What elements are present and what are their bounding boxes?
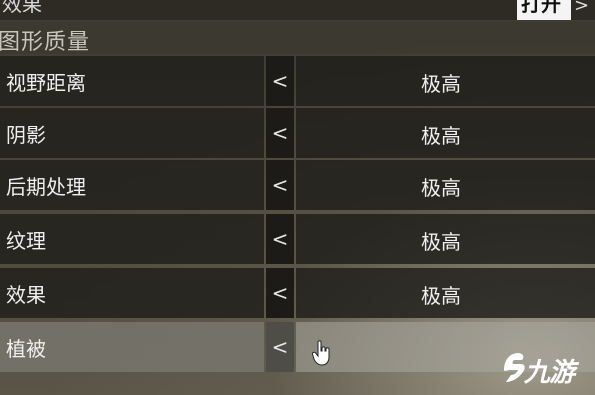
top-setting-value-text: 打开 xyxy=(521,0,561,16)
prev-value-button[interactable]: < xyxy=(266,268,294,318)
setting-value: 极高 xyxy=(421,124,461,148)
setting-label-cell: 视野距离 xyxy=(0,56,264,106)
top-setting-label: 效果 xyxy=(2,0,42,16)
setting-row-post-processing[interactable]: 后期处理 < 极高 xyxy=(0,160,595,210)
setting-row-effects[interactable]: 效果 < 极高 xyxy=(0,268,595,318)
top-setting-next-arrow[interactable]: > xyxy=(574,0,589,16)
setting-label: 后期处理 xyxy=(6,175,86,199)
top-setting-row: 效果 打开 > xyxy=(0,0,595,20)
prev-value-button[interactable]: < xyxy=(266,160,294,210)
setting-value-cell[interactable]: 极高 xyxy=(296,160,595,210)
watermark-text: 九游 xyxy=(524,358,575,388)
setting-label-cell: 植被 xyxy=(0,322,264,372)
setting-label: 阴影 xyxy=(6,123,46,147)
setting-value-cell[interactable]: 极高 xyxy=(296,268,595,318)
setting-value-cell[interactable]: 极高 xyxy=(296,214,595,264)
prev-value-button[interactable]: < xyxy=(266,214,294,264)
prev-value-button[interactable]: < xyxy=(266,56,294,106)
setting-label: 效果 xyxy=(6,283,46,307)
setting-label-cell: 阴影 xyxy=(0,108,264,158)
setting-value: 极高 xyxy=(421,230,461,254)
setting-value-cell[interactable]: 极高 xyxy=(296,108,595,158)
prev-value-button[interactable]: < xyxy=(266,322,294,372)
setting-label: 植被 xyxy=(6,337,46,361)
section-title: 图形质量 xyxy=(0,30,91,55)
top-setting-value[interactable]: 打开 xyxy=(517,0,571,20)
prev-value-button[interactable]: < xyxy=(266,108,294,158)
setting-label-cell: 后期处理 xyxy=(0,160,264,210)
setting-value: 极高 xyxy=(421,284,461,308)
setting-value-cell[interactable]: 极高 xyxy=(296,56,595,106)
setting-label: 视野距离 xyxy=(6,71,86,95)
section-header-graphics-quality: 图形质量 xyxy=(0,22,595,55)
setting-row-shadows[interactable]: 阴影 < 极高 xyxy=(0,108,595,158)
setting-label: 纹理 xyxy=(6,229,46,253)
setting-value: 极高 xyxy=(421,176,461,200)
setting-row-textures[interactable]: 纹理 < 极高 xyxy=(0,214,595,264)
setting-label-cell: 效果 xyxy=(0,268,264,318)
hand-pointer-icon xyxy=(312,340,330,366)
setting-label-cell: 纹理 xyxy=(0,214,264,264)
setting-row-view-distance[interactable]: 视野距离 < 极高 xyxy=(0,56,595,106)
setting-value: 极高 xyxy=(421,72,461,96)
